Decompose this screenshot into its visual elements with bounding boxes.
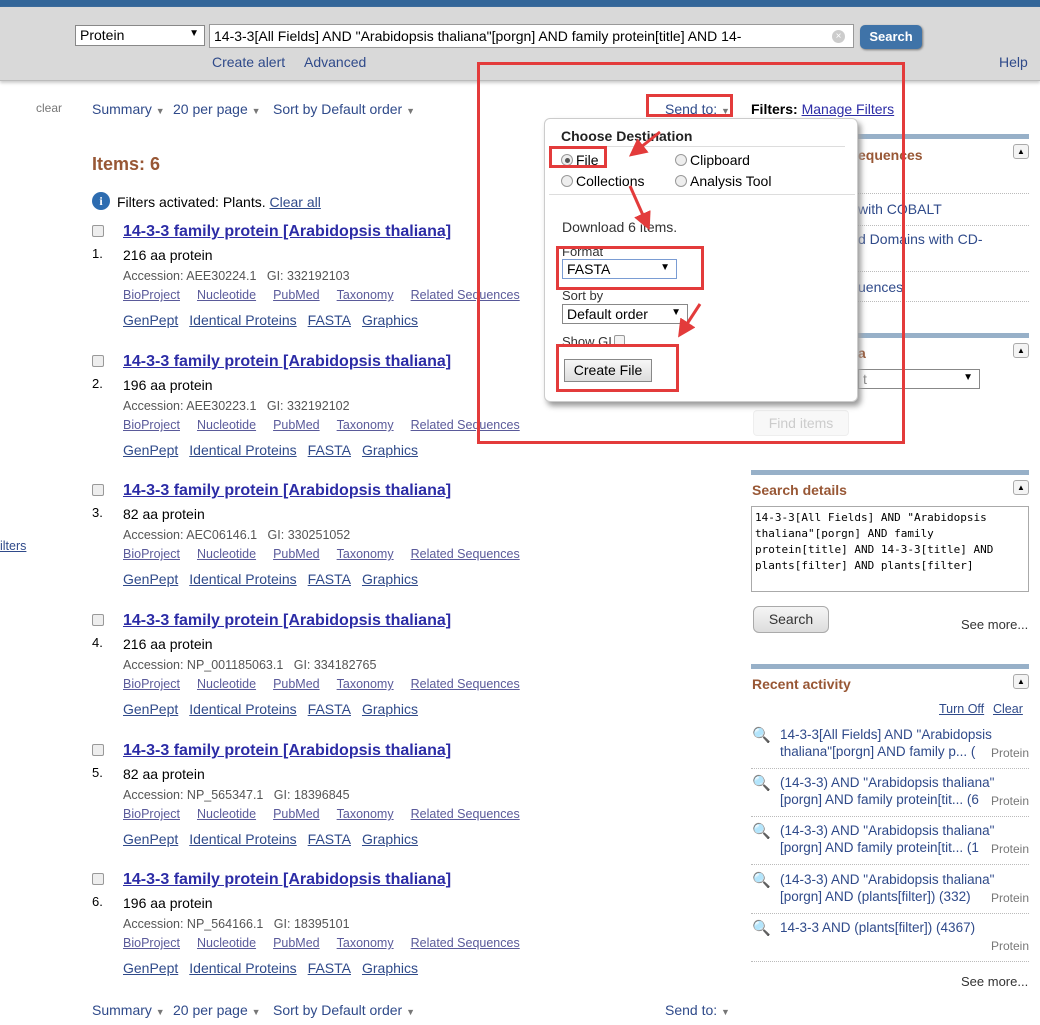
arrow-icon: [678, 303, 702, 338]
annotation-arrows: [628, 130, 702, 338]
arrow-icon: [628, 130, 661, 157]
arrow-icon: [628, 185, 651, 231]
